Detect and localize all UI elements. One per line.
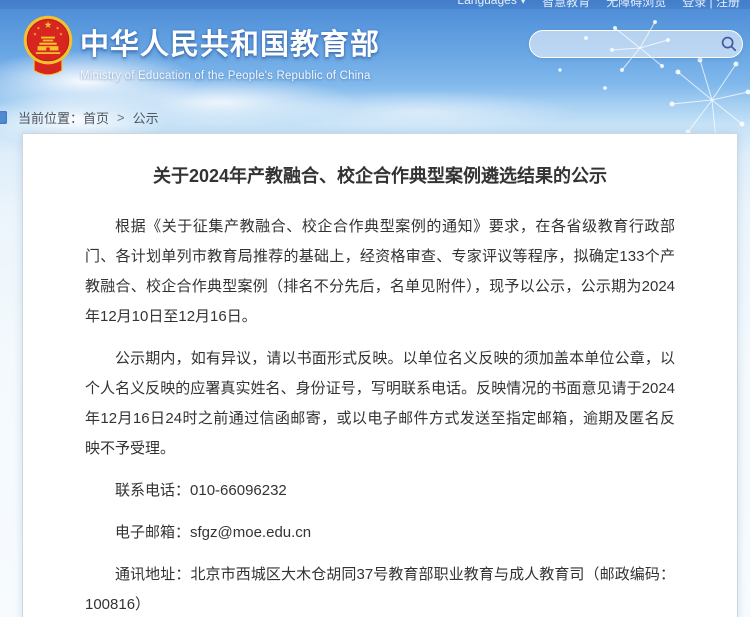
languages-menu[interactable]: Languages ▾ <box>457 0 526 10</box>
paragraph-objection: 公示期内，如有异议，请以书面形式反映。以单位名义反映的须加盖本单位公章，以个人名… <box>85 344 675 464</box>
breadcrumb-home-link[interactable]: 首页 <box>83 108 109 127</box>
search-icon[interactable] <box>720 35 738 53</box>
breadcrumb-label: 当前位置： <box>18 108 83 127</box>
contact-address-line: 通讯地址：北京市西城区大木仓胡同37号教育部职业教育与成人教育司（邮政编码：10… <box>85 560 675 617</box>
contact-email-line: 电子邮箱：sfgz@moe.edu.cn <box>85 518 675 548</box>
login-register-link[interactable]: 登录 | 注册 <box>682 0 740 10</box>
email-label: 电子邮箱： <box>115 524 190 541</box>
svg-text:★: ★ <box>37 26 41 31</box>
phone-value: 010-66096232 <box>190 482 287 499</box>
page-title: 关于2024年产教融合、校企合作典型案例遴选结果的公示 <box>85 164 675 188</box>
site-title: 中华人民共和国教育部 <box>80 21 380 63</box>
accessibility-link[interactable]: 无障碍浏览 <box>606 0 666 10</box>
breadcrumb: 当前位置： 首页 > 公示 <box>0 108 159 127</box>
email-value: sfgz@moe.edu.cn <box>190 524 311 541</box>
search-input[interactable] <box>544 34 720 54</box>
content-card: 关于2024年产教融合、校企合作典型案例遴选结果的公示 根据《关于征集产教融合、… <box>22 133 738 617</box>
svg-text:★: ★ <box>59 32 63 37</box>
smart-education-link[interactable]: 智慧教育 <box>542 0 590 10</box>
search-box[interactable] <box>529 30 743 58</box>
cloud-decoration <box>260 90 580 134</box>
breadcrumb-separator: > <box>117 110 125 125</box>
svg-text:★: ★ <box>33 32 37 37</box>
site-subtitle: Ministry of Education of the People's Re… <box>80 70 380 82</box>
svg-text:★: ★ <box>44 20 53 31</box>
paragraph-intro: 根据《关于征集产教融合、校企合作典型案例的通知》要求，在各省级教育行政部门、各计… <box>85 212 675 332</box>
national-emblem: ★ ★ ★ ★ ★ <box>22 13 74 81</box>
breadcrumb-current-link[interactable]: 公示 <box>133 108 159 127</box>
top-links: Languages ▾ 智慧教育 无障碍浏览 登录 | 注册 <box>457 0 740 10</box>
svg-text:★: ★ <box>56 26 60 31</box>
article-body: 根据《关于征集产教融合、校企合作典型案例的通知》要求，在各省级教育行政部门、各计… <box>85 212 675 617</box>
location-icon <box>0 111 7 124</box>
address-label: 通讯地址： <box>115 566 190 583</box>
phone-label: 联系电话： <box>115 482 190 499</box>
contact-phone-line: 联系电话：010-66096232 <box>85 476 675 506</box>
site-header: 中华人民共和国教育部 Ministry of Education of the … <box>80 21 380 82</box>
